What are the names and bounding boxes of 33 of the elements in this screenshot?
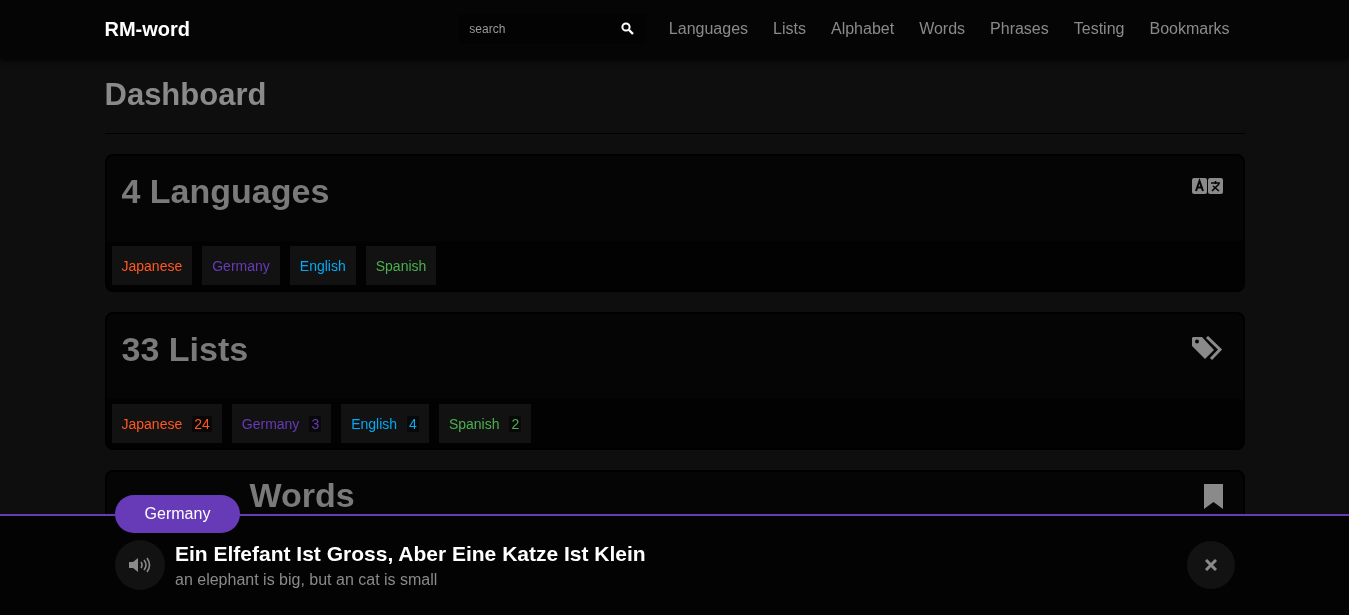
nav-link[interactable]: Languages bbox=[656, 20, 761, 38]
count-badge: 3 bbox=[309, 415, 322, 432]
count-badge: 24 bbox=[192, 415, 212, 432]
speaker-button[interactable] bbox=[115, 540, 165, 590]
card-title: 4 Languages bbox=[121, 172, 330, 211]
tags-icon bbox=[1191, 336, 1223, 361]
count-badge: 2 bbox=[509, 415, 522, 432]
translation-text: an elephant is big, but an cat is small bbox=[175, 570, 439, 589]
brand-logo[interactable]: RM-word bbox=[104, 17, 191, 41]
close-icon bbox=[1205, 559, 1217, 571]
nav-link[interactable]: Alphabet bbox=[818, 20, 907, 38]
nav-link[interactable]: Phrases bbox=[977, 20, 1062, 38]
card-title: 33 Lists bbox=[121, 330, 249, 369]
count-badge: 4 bbox=[407, 415, 419, 432]
card-title: Words bbox=[249, 476, 355, 515]
nav-link[interactable]: Bookmarks bbox=[1136, 20, 1245, 38]
language-tag[interactable]: English bbox=[289, 246, 356, 285]
speaker-icon bbox=[129, 557, 151, 573]
language-tag[interactable]: Spanish bbox=[365, 246, 437, 285]
search-icon[interactable] bbox=[621, 22, 635, 35]
language-tag[interactable]: Japanese bbox=[111, 246, 193, 285]
nav-link[interactable]: Testing bbox=[1061, 20, 1137, 38]
close-button[interactable] bbox=[1187, 541, 1235, 589]
phrase-text: Ein Elfefant Ist Gross, Aber Eine Katze Ist Klein bbox=[175, 541, 647, 566]
language-tag[interactable]: English 4 bbox=[341, 404, 429, 443]
nav-link[interactable]: Lists bbox=[760, 20, 819, 38]
nav-link[interactable]: Words bbox=[906, 20, 978, 38]
language-tag[interactable]: Japanese 24 bbox=[111, 404, 222, 443]
translate-icon bbox=[1191, 178, 1223, 194]
page-title: Dashboard bbox=[104, 58, 1245, 134]
language-tag[interactable]: Spanish 2 bbox=[438, 404, 532, 443]
language-pill: Germany bbox=[115, 495, 240, 533]
bookmark-icon bbox=[1203, 484, 1223, 509]
